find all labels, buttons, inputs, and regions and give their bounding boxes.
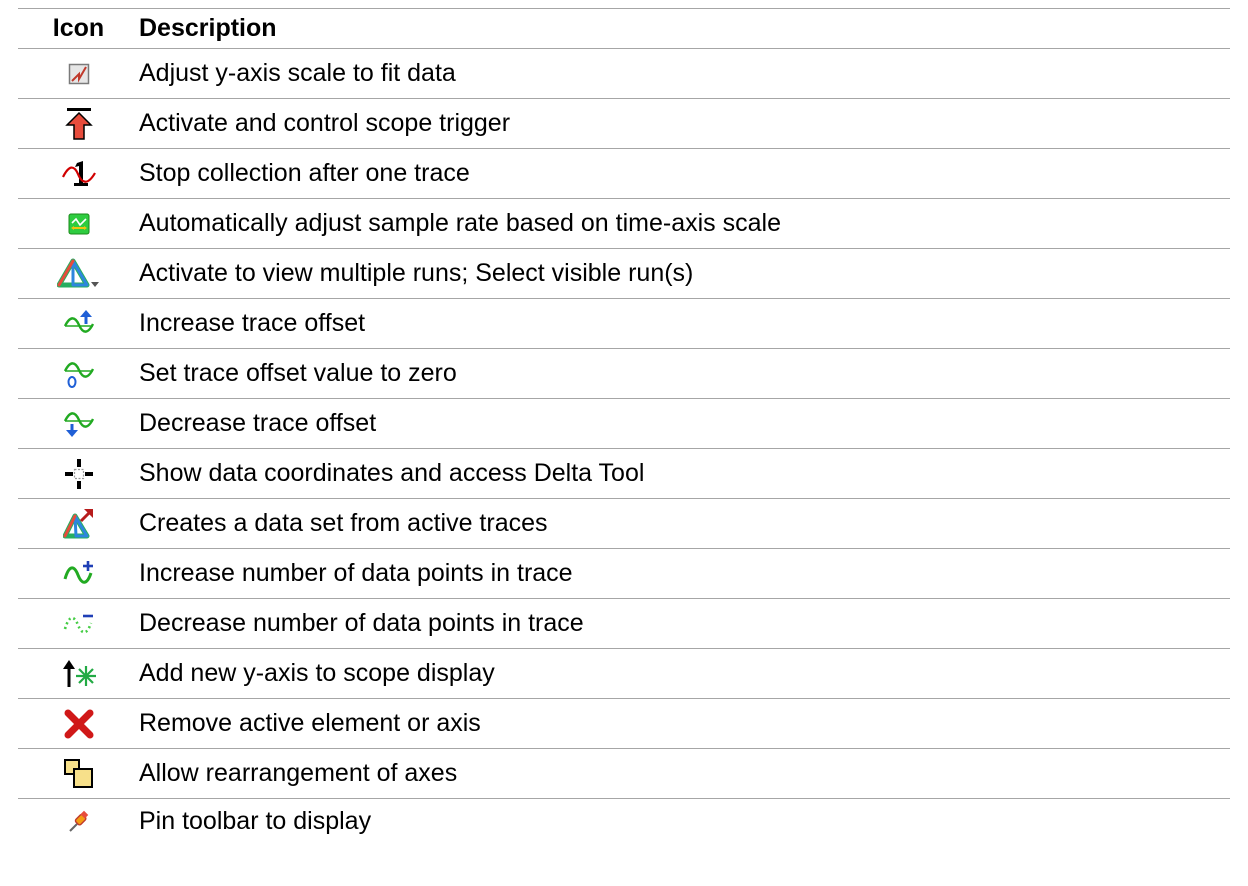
- table-row: Stop collection after one trace: [18, 148, 1230, 199]
- table-row: Increase trace offset: [18, 298, 1230, 349]
- row-description: Adjust y-axis scale to fit data: [139, 48, 1230, 99]
- row-description: Set trace offset value to zero: [139, 348, 1230, 399]
- row-description: Stop collection after one trace: [139, 148, 1230, 199]
- create-data-set-icon: [62, 508, 93, 538]
- table-row: Pin toolbar to display: [18, 799, 1230, 844]
- row-description: Add new y-axis to scope display: [139, 648, 1230, 699]
- header-icon: Icon: [18, 8, 139, 49]
- trigger-icon: [64, 107, 93, 140]
- row-description: Creates a data set from active traces: [139, 498, 1230, 549]
- remove-icon: [64, 709, 93, 738]
- table-row: Activate and control scope trigger: [18, 98, 1230, 149]
- row-description: Activate and control scope trigger: [139, 98, 1230, 149]
- header-description: Description: [139, 8, 1230, 49]
- increase-offset-icon: [63, 310, 94, 333]
- table-row: Decrease number of data points in trace: [18, 598, 1230, 649]
- table-row: Show data coordinates and access Delta T…: [18, 448, 1230, 499]
- single-trace-icon: [61, 160, 96, 186]
- row-description: Increase number of data points in trace: [139, 548, 1230, 599]
- crosshair-icon: [64, 458, 93, 489]
- increase-points-icon: [63, 560, 93, 584]
- rearrange-axes-icon: [63, 758, 93, 788]
- row-description: Increase trace offset: [139, 298, 1230, 349]
- table-row: Automatically adjust sample rate based o…: [18, 198, 1230, 249]
- add-y-axis-icon: [62, 659, 96, 687]
- row-description: Remove active element or axis: [139, 698, 1230, 749]
- zero-offset-icon: [63, 361, 94, 388]
- table-row: Decrease trace offset: [18, 398, 1230, 449]
- row-description: Decrease number of data points in trace: [139, 598, 1230, 649]
- table-row: Remove active element or axis: [18, 698, 1230, 749]
- table-row: Set trace offset value to zero: [18, 348, 1230, 399]
- fit-scale-icon: [68, 64, 89, 85]
- auto-sample-rate-icon: [68, 213, 89, 235]
- icon-description-table: Icon Description Adjust y-axis scale to …: [18, 8, 1230, 843]
- table-row: Creates a data set from active traces: [18, 498, 1230, 549]
- table-row: Activate to view multiple runs; Select v…: [18, 248, 1230, 299]
- row-description: Automatically adjust sample rate based o…: [139, 198, 1230, 249]
- table-header-row: Icon Description: [18, 8, 1230, 49]
- table-row: Add new y-axis to scope display: [18, 648, 1230, 699]
- decrease-offset-icon: [63, 411, 94, 437]
- multiple-runs-icon: [56, 258, 99, 287]
- row-description: Allow rearrangement of axes: [139, 748, 1230, 799]
- row-description: Activate to view multiple runs; Select v…: [139, 248, 1230, 299]
- row-description: Pin toolbar to display: [139, 806, 372, 835]
- pin-icon: [68, 810, 88, 832]
- row-description: Show data coordinates and access Delta T…: [139, 448, 1230, 499]
- row-description: Decrease trace offset: [139, 398, 1230, 449]
- table-row: Increase number of data points in trace: [18, 548, 1230, 599]
- decrease-points-icon: [63, 614, 93, 634]
- table-row: Allow rearrangement of axes: [18, 748, 1230, 799]
- table-row: Adjust y-axis scale to fit data: [18, 48, 1230, 99]
